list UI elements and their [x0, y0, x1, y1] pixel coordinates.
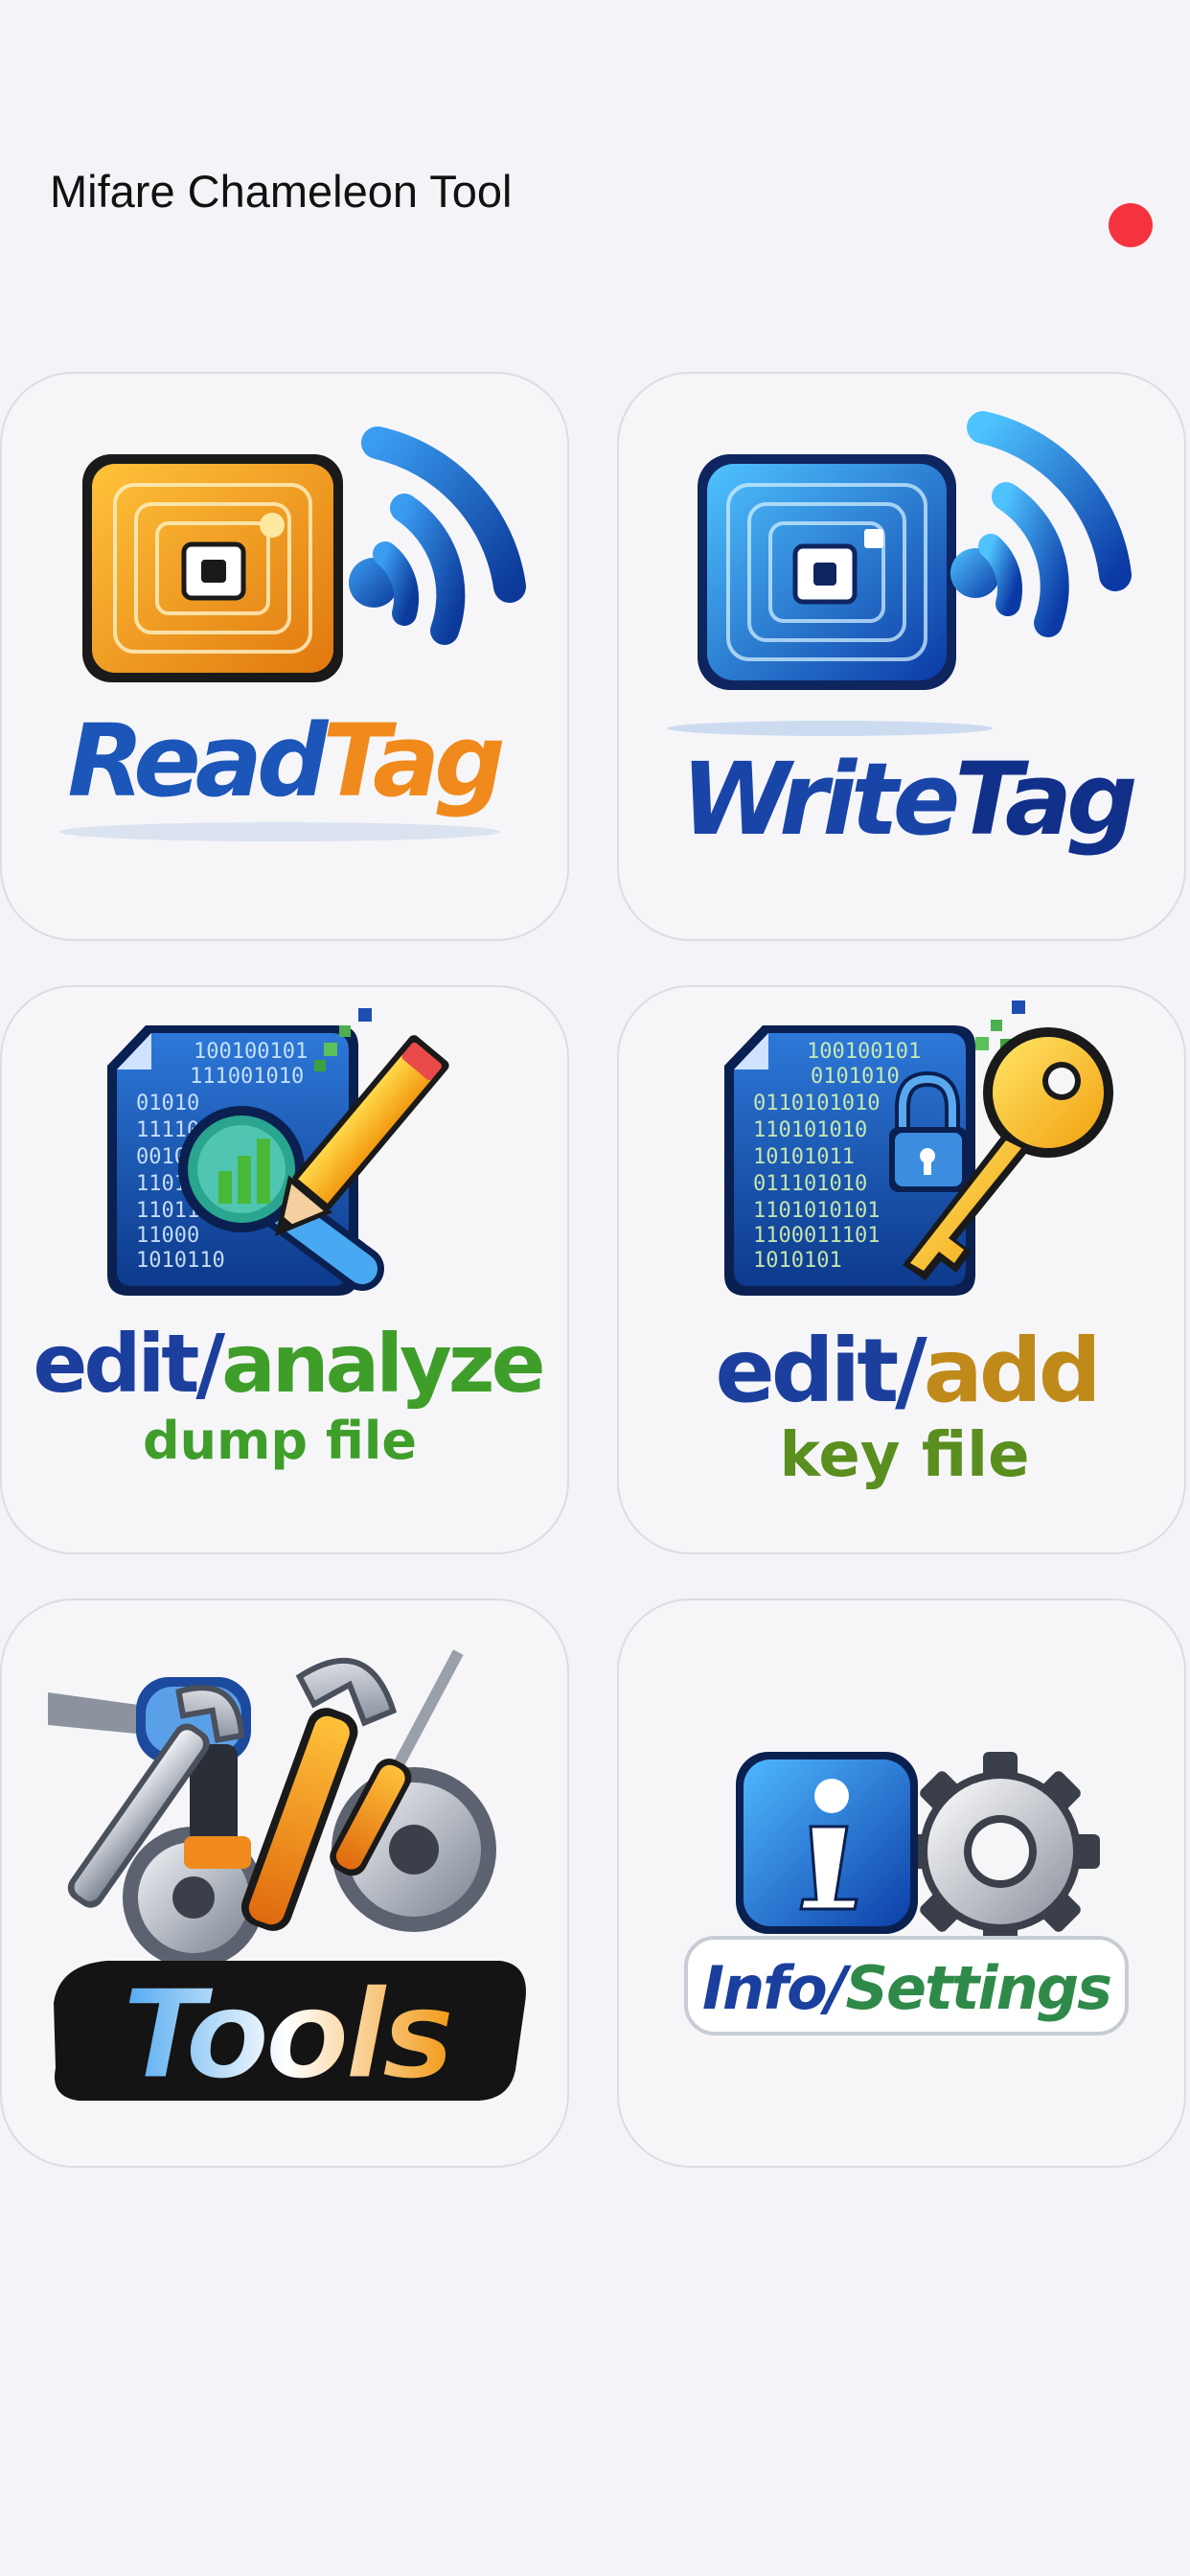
- read-tag-button[interactable]: ReadTag: [0, 372, 569, 941]
- read-tag-word-tag: Tag: [322, 702, 502, 819]
- svg-text:Info/Settings: Info/Settings: [702, 1953, 1110, 2023]
- edit-add-line1-b: add: [924, 1320, 1098, 1422]
- svg-text:10101011: 10101011: [753, 1145, 855, 1169]
- tools-label: Tools: [122, 1962, 451, 2107]
- edit-add-line1-a: edit/: [715, 1320, 927, 1422]
- info-settings-button[interactable]: Info/Settings: [617, 1598, 1186, 2168]
- edit-analyze-dump-file-button[interactable]: 100100101 111001010 01010 11110 00101 11…: [0, 985, 569, 1554]
- svg-text:100100101: 100100101: [807, 1040, 921, 1064]
- edit-analyze-line1-b: analyze: [221, 1317, 542, 1411]
- read-tag-word-read: Read: [67, 702, 330, 819]
- app-title: Mifare Chameleon Tool: [50, 166, 513, 217]
- info-settings-icon: Info/Settings: [684, 1752, 1129, 2036]
- svg-text:edit/analyze: edit/analyze: [33, 1317, 541, 1411]
- info-label: Info/: [702, 1953, 852, 2023]
- svg-text:edit/add: edit/add: [715, 1320, 1097, 1422]
- svg-text:0101010: 0101010: [811, 1065, 900, 1089]
- edit-add-line2: key file: [779, 1420, 1029, 1491]
- tools-button[interactable]: Tools: [0, 1598, 569, 2168]
- svg-text:1010101: 1010101: [753, 1249, 842, 1273]
- write-tag-word-tag: Tag: [954, 741, 1134, 858]
- settings-label: Settings: [845, 1953, 1110, 2023]
- svg-text:011101010: 011101010: [753, 1172, 867, 1196]
- edit-add-key-file-button[interactable]: 100100101 0101010 0110101010 110101010 1…: [617, 985, 1186, 1554]
- svg-text:1101010101: 1101010101: [753, 1199, 880, 1223]
- svg-text:100100101: 100100101: [194, 1040, 308, 1064]
- svg-text:11000: 11000: [136, 1224, 199, 1248]
- svg-text:111001010: 111001010: [190, 1065, 304, 1089]
- write-tag-button[interactable]: WriteTag: [617, 372, 1186, 941]
- status-indicator: [1109, 203, 1153, 247]
- write-tag-icon: WriteTag: [667, 411, 1140, 858]
- svg-text:ReadTag: ReadTag: [67, 702, 502, 819]
- edit-analyze-line1-a: edit/: [33, 1317, 225, 1411]
- edit-analyze-line2: dump file: [143, 1411, 417, 1471]
- edit-add-key-icon: 100100101 0101010 0110101010 110101010 1…: [715, 1000, 1113, 1491]
- svg-text:1010110: 1010110: [136, 1249, 225, 1273]
- svg-text:110101010: 110101010: [753, 1118, 867, 1142]
- svg-text:1100011101: 1100011101: [753, 1224, 880, 1248]
- tools-icon: Tools: [48, 1649, 526, 2109]
- svg-text:0110101010: 0110101010: [753, 1092, 880, 1116]
- svg-text:01010: 01010: [136, 1092, 199, 1116]
- read-tag-icon: ReadTag: [59, 426, 526, 841]
- svg-text:WriteTag: WriteTag: [680, 741, 1134, 858]
- edit-analyze-icon: 100100101 111001010 01010 11110 00101 11…: [33, 1008, 546, 1471]
- write-tag-word-write: Write: [680, 741, 956, 858]
